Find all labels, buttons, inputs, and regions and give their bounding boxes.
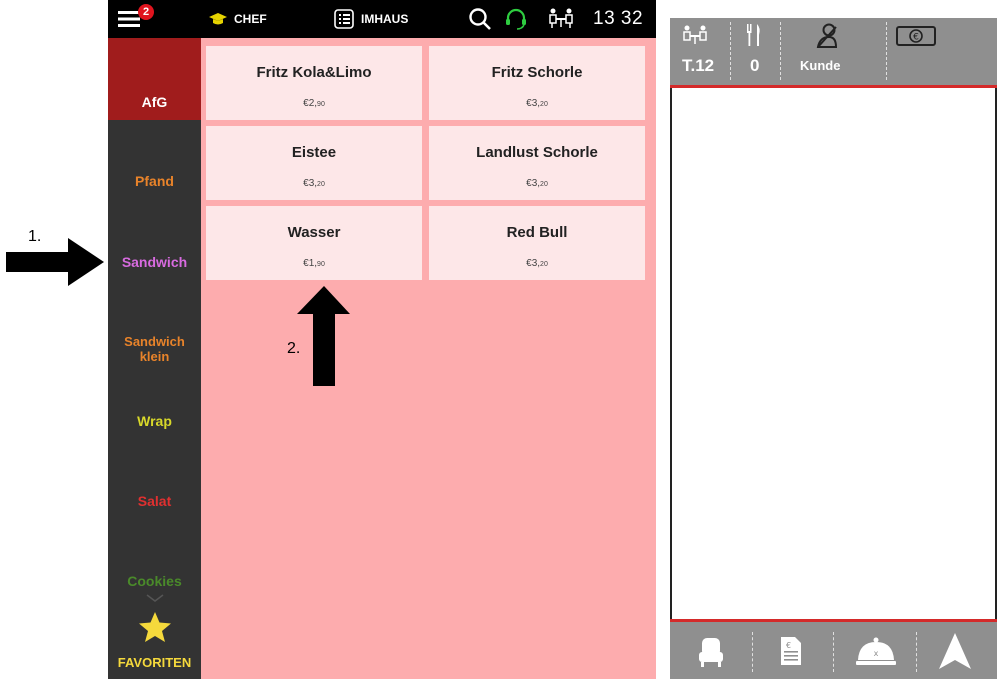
menu-button[interactable]: [118, 0, 142, 38]
header-divider: [780, 22, 781, 80]
product-name: Fritz Kola&Limo: [256, 64, 372, 81]
category-pfand[interactable]: Pfand: [108, 173, 201, 189]
guest-count[interactable]: 0: [750, 56, 759, 76]
category-sidebar: AfG Pfand Sandwich Sandwich klein Wrap S…: [108, 38, 201, 679]
favorites-button[interactable]: FAVORITEN: [108, 603, 201, 679]
top-bar: 2 CHEF IMHAUS 13 32: [108, 0, 656, 38]
category-label: Salat: [137, 493, 172, 509]
clock: 13 32: [593, 8, 644, 29]
search-button[interactable]: [468, 0, 492, 38]
product-tile[interactable]: Red Bull €3,20: [429, 206, 645, 280]
category-label: AfG: [141, 94, 168, 110]
star-icon: [139, 612, 171, 642]
notification-badge: 2: [138, 4, 154, 20]
order-items-list[interactable]: [670, 88, 997, 619]
header-divider: [730, 22, 731, 80]
category-wrap[interactable]: Wrap: [108, 413, 201, 429]
user-button[interactable]: CHEF: [208, 0, 267, 38]
footer-divider: [916, 632, 917, 672]
footer-divider: [833, 632, 834, 672]
graduation-cap-icon: [209, 13, 227, 25]
order-header: T.12 0 Kunde €: [670, 18, 997, 85]
product-price: €1,90: [303, 258, 325, 269]
category-afg[interactable]: AfG: [108, 38, 201, 120]
favorites-label: FAVORITEN: [117, 655, 192, 670]
product-name: Red Bull: [506, 224, 568, 241]
product-price: €3,20: [526, 258, 548, 269]
category-label: Pfand: [135, 173, 174, 189]
category-label: Sandwich klein: [124, 334, 185, 364]
table-people-icon: [683, 25, 707, 44]
cash-icon[interactable]: €: [896, 26, 936, 46]
support-button[interactable]: [504, 0, 528, 38]
table-people-icon: [549, 8, 573, 28]
headset-icon: [506, 8, 526, 30]
category-cookies[interactable]: Cookies: [108, 573, 201, 589]
seat-icon[interactable]: [698, 636, 724, 668]
mode-label: IMHAUS: [361, 12, 409, 26]
search-icon: [469, 8, 491, 30]
product-grid: Fritz Kola&Limo €2,90 Fritz Schorle €3,2…: [201, 38, 656, 679]
category-label: Wrap: [137, 413, 172, 429]
footer-divider: [752, 632, 753, 672]
customer-icon: [816, 23, 838, 48]
product-tile[interactable]: Fritz Kola&Limo €2,90: [206, 46, 422, 120]
up-arrow-icon: [297, 286, 350, 386]
svg-text:€: €: [913, 33, 919, 43]
svg-text:x: x: [874, 649, 879, 658]
customer-label[interactable]: Kunde: [800, 58, 840, 73]
product-name: Eistee: [291, 144, 337, 161]
product-price: €3,20: [303, 178, 325, 189]
list-icon: [334, 9, 354, 29]
product-tile[interactable]: Wasser €1,90: [206, 206, 422, 280]
order-footer: € x: [670, 622, 997, 679]
category-salat[interactable]: Salat: [108, 493, 201, 509]
mode-button[interactable]: IMHAUS: [334, 0, 408, 38]
cloche-icon[interactable]: x: [856, 636, 896, 666]
product-price: €2,90: [303, 98, 325, 109]
product-name: Fritz Schorle: [491, 64, 583, 81]
product-name: Wasser: [287, 224, 341, 241]
category-sandwich[interactable]: Sandwich: [108, 254, 201, 270]
product-tile[interactable]: Fritz Schorle €3,20: [429, 46, 645, 120]
product-tile[interactable]: Landlust Schorle €3,20: [429, 126, 645, 200]
user-label: CHEF: [234, 12, 267, 26]
product-tile[interactable]: Eistee €3,20: [206, 126, 422, 200]
cutlery-icon: [747, 24, 760, 46]
product-price: €3,20: [526, 98, 548, 109]
receipt-icon[interactable]: €: [780, 636, 802, 666]
svg-text:€: €: [786, 641, 791, 650]
product-name: Landlust Schorle: [476, 144, 598, 161]
category-label: Sandwich: [121, 254, 188, 270]
table-button[interactable]: [548, 0, 574, 38]
category-sandwich-klein[interactable]: Sandwich klein: [108, 334, 201, 364]
send-arrow-icon[interactable]: [938, 632, 972, 670]
header-divider: [886, 22, 887, 80]
table-number[interactable]: T.12: [682, 56, 714, 76]
product-price: €3,20: [526, 178, 548, 189]
category-label: Cookies: [127, 573, 182, 589]
right-arrow-icon: [6, 238, 104, 286]
